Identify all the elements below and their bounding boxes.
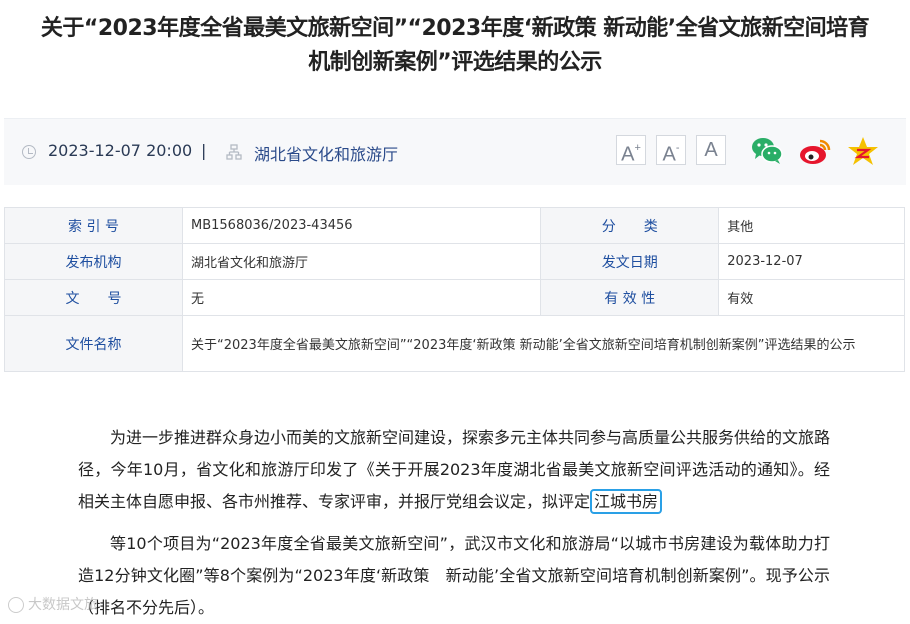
table-row: 发布机构 湖北省文化和旅游厅 发文日期 2023-12-07 xyxy=(4,243,905,280)
org-chart-icon xyxy=(226,144,242,160)
wechat-icon[interactable] xyxy=(750,135,784,167)
article-meta-bar: 2023-12-07 20:00 | 湖北省文化和旅游厅 A+ A- A xyxy=(4,118,906,185)
title-line-2: 机制创新案例”评选结果的公示 xyxy=(308,50,602,75)
document-number-label: 文 号 xyxy=(4,279,183,316)
document-number-value: 无 xyxy=(181,279,542,316)
table-row: 文 号 无 有 效 性 有效 xyxy=(4,279,905,316)
font-larger-button[interactable]: A+ xyxy=(616,135,646,166)
watermark: 大数据文旅 xyxy=(8,594,98,614)
font-smaller-button[interactable]: A- xyxy=(656,135,686,166)
table-row: 索 引 号 MB1568036/2023-43456 分 类 其他 xyxy=(4,207,905,244)
publisher-value: 湖北省文化和旅游厅 xyxy=(181,243,542,280)
title-line-1: 关于“2023年度全省最美文旅新空间”“2023年度‘新政策 新动能’全省文旅新… xyxy=(40,16,870,41)
weibo-icon[interactable] xyxy=(798,135,832,167)
filename-label: 文件名称 xyxy=(4,315,183,372)
filename-value: 关于“2023年度全省最美文旅新空间”“2023年度‘新政策 新动能’全省文旅新… xyxy=(182,315,905,372)
validity-value: 有效 xyxy=(718,279,905,316)
body-paragraph-1: 为进一步推进群众身边小而美的文旅新空间建设，探索多元主体共同参与高质量公共服务供… xyxy=(78,422,830,518)
issue-date-value: 2023-12-07 xyxy=(718,243,905,280)
index-number-value: MB1568036/2023-43456 xyxy=(181,207,542,244)
publish-date: 2023-12-07 20:00 xyxy=(48,141,193,160)
paragraph-text: 为进一步推进群众身边小而美的文旅新空间建设，探索多元主体共同参与高质量公共服务供… xyxy=(78,428,831,511)
article-title: 关于“2023年度全省最美文旅新空间”“2023年度‘新政策 新动能’全省文旅新… xyxy=(0,12,910,80)
publisher-label: 发布机构 xyxy=(4,243,183,280)
clock-icon xyxy=(22,145,36,159)
body-paragraph-2: 等10个项目为“2023年度全省最美文旅新空间”，武汉市文化和旅游局“以城市书房… xyxy=(78,534,830,617)
category-value: 其他 xyxy=(718,207,905,244)
table-row: 文件名称 关于“2023年度全省最美文旅新空间”“2023年度‘新政策 新动能’… xyxy=(4,315,905,372)
font-reset-button[interactable]: A xyxy=(696,135,726,165)
qzone-icon[interactable] xyxy=(846,135,880,167)
category-label: 分 类 xyxy=(540,207,720,244)
document-info-table: 索 引 号 MB1568036/2023-43456 分 类 其他 发布机构 湖… xyxy=(4,207,905,372)
watermark-logo-icon xyxy=(8,597,24,613)
watermark-text: 大数据文旅 xyxy=(28,597,98,613)
highlighted-term[interactable]: 江城书房 xyxy=(590,489,663,514)
publisher-link[interactable]: 湖北省文化和旅游厅 xyxy=(254,141,398,165)
issue-date-label: 发文日期 xyxy=(540,243,720,280)
meta-separator: | xyxy=(201,141,207,160)
index-number-label: 索 引 号 xyxy=(4,207,183,244)
validity-label: 有 效 性 xyxy=(540,279,720,316)
